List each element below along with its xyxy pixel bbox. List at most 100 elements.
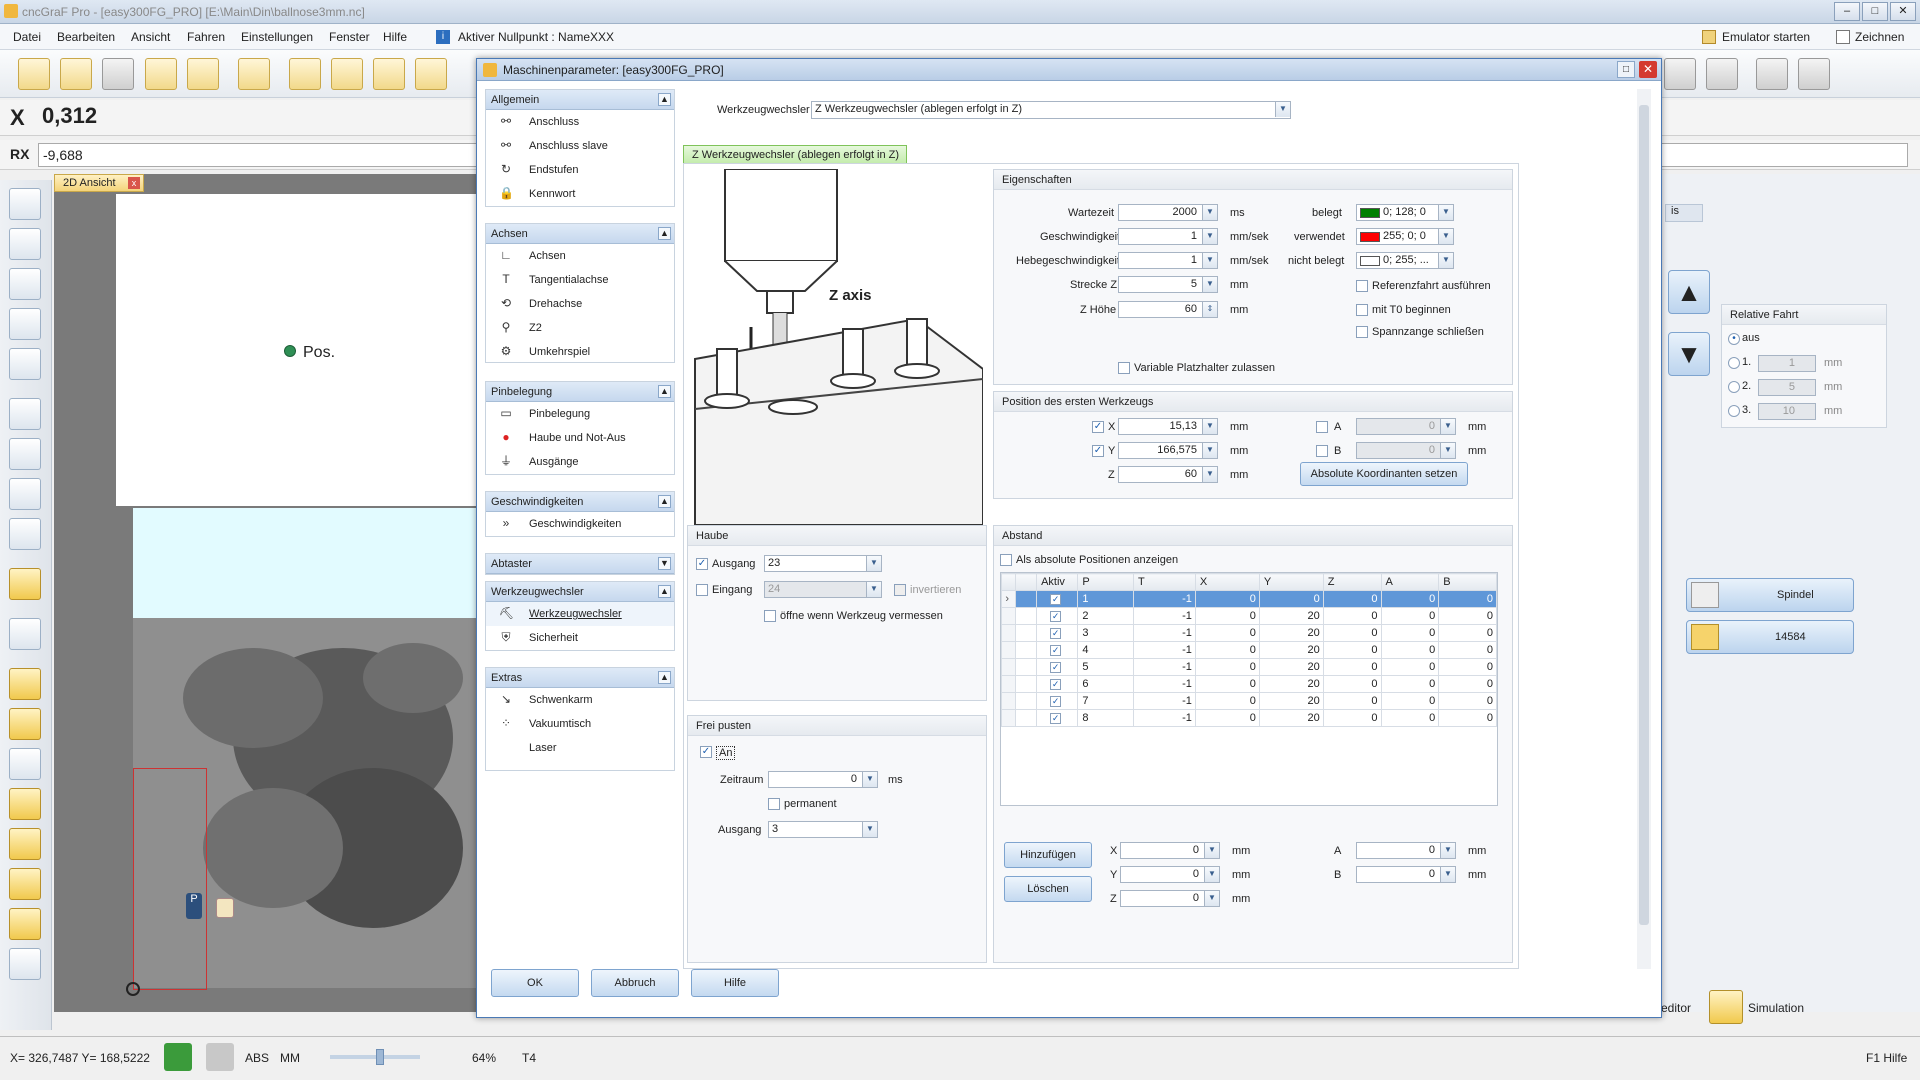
close-button[interactable]: ✕ [1890,2,1916,21]
draw-circle-icon[interactable] [9,228,41,260]
table-row[interactable]: ✓ 4 -1 0 20 0 0 0 [1000,641,1497,659]
table-cell[interactable]: 0 [1194,641,1260,659]
table-cell[interactable]: 20 [1258,675,1324,693]
col-b[interactable]: B [1438,573,1497,591]
table-cell[interactable]: 0 [1380,590,1440,608]
table-cell[interactable]: 20 [1258,624,1324,642]
nav-head-werkzeugwechsler[interactable]: Werkzeugwechsler ▲ [486,582,674,602]
table-cell[interactable]: -1 [1133,607,1196,625]
first-b-input[interactable]: 0 ▼ [1356,442,1456,459]
mm-indicator[interactable]: MM [280,1051,300,1065]
stepper-icon[interactable]: ▼ [1202,467,1217,482]
col-p[interactable]: P [1077,573,1134,591]
scale-icon[interactable] [9,348,41,380]
aktiv-cell[interactable]: ✓ [1036,607,1079,625]
expand-icon[interactable]: ▼ [658,557,671,570]
table-cell[interactable]: 0 [1380,641,1440,659]
chevron-down-icon[interactable]: ▼ [1275,102,1290,117]
zoom-window-icon[interactable] [9,438,41,470]
transform-icon[interactable] [9,308,41,340]
table-row[interactable]: ✓ 6 -1 0 20 0 0 0 [1000,675,1497,693]
table-row[interactable]: ✓ 8 -1 0 20 0 0 0 [1000,709,1497,727]
table-cell[interactable]: 0 [1438,607,1497,625]
nav-item-drehachse[interactable]: ⟲ Drehachse [486,292,674,316]
view-wire-icon[interactable] [9,748,41,780]
table-cell[interactable]: 0 [1380,675,1440,693]
row-header-cell[interactable] [1000,641,1017,659]
stepper-icon[interactable]: ▼ [1440,443,1455,458]
aktiv-cell[interactable]: ✓ [1036,709,1079,727]
nav-head-allgemein[interactable]: Allgemein ▲ [486,90,674,110]
table-cell[interactable]: 20 [1258,692,1324,710]
relative-aus-radio[interactable]: • [1728,333,1740,345]
maximize-button[interactable]: □ [1862,2,1888,21]
editor-tab[interactable]: editor [1661,1001,1691,1015]
verwendet-color-input[interactable]: 255; 0; 0 ▼ [1356,228,1454,245]
stepper-icon[interactable]: ⇕ [1202,302,1217,317]
tab-close-icon[interactable]: x [128,177,140,189]
zoom-fit-icon[interactable] [9,478,41,510]
view-side-icon[interactable] [9,828,41,860]
menu-datei[interactable]: Datei [13,30,41,44]
table-cell[interactable]: -1 [1133,641,1196,659]
relative-1-radio[interactable] [1728,357,1740,369]
chevron-down-icon[interactable]: ▼ [866,582,881,597]
nav-item-haube[interactable]: ● Haube und Not-Aus [486,426,674,450]
changer-select[interactable]: Z Werkzeugwechsler (ablegen erfolgt in Z… [811,101,1291,119]
menu-ansicht[interactable]: Ansicht [131,30,170,44]
an-checkbox[interactable]: ✓ [700,746,712,758]
cancel-button[interactable]: Abbruch [591,969,679,997]
relative-3-input[interactable]: 10 [1758,403,1816,420]
table-cell[interactable]: 5 [1077,658,1134,676]
nav-item-laser[interactable]: Laser [486,736,674,760]
collapse-icon[interactable]: ▲ [658,93,671,106]
table-cell[interactable]: 0 [1194,692,1260,710]
open-file-icon[interactable] [60,58,92,90]
table-cell[interactable]: 0 [1194,624,1260,642]
collapse-icon[interactable]: ▲ [658,495,671,508]
relative-1-input[interactable]: 1 [1758,355,1816,372]
aktiv-cell[interactable]: ✓ [1036,590,1079,608]
belegt-color-input[interactable]: 0; 128; 0 ▼ [1356,204,1454,221]
nicht-belegt-color-input[interactable]: 0; 255; ... ▼ [1356,252,1454,269]
collapse-icon[interactable]: ▲ [658,385,671,398]
stepper-icon[interactable]: ▼ [1202,205,1217,220]
nav-item-anschluss[interactable]: ⚯ Anschluss [486,110,674,134]
table-row[interactable]: ✓ 3 -1 0 20 0 0 0 [1000,624,1497,642]
simulation-icon[interactable] [1709,990,1743,1024]
table-cell[interactable]: 20 [1258,658,1324,676]
table-cell[interactable]: 0 [1380,607,1440,625]
table-cell[interactable]: 7 [1077,692,1134,710]
tab-z-changer[interactable]: Z Werkzeugwechsler (ablegen erfolgt in Z… [683,145,907,164]
table-cell[interactable]: 0 [1380,709,1440,727]
minimize-button[interactable]: – [1834,2,1860,21]
machine-icon[interactable] [373,58,405,90]
table-cell[interactable]: 0 [1380,658,1440,676]
row-header-cell[interactable]: › [1000,590,1017,608]
first-y-input[interactable]: 166,575 ▼ [1118,442,1218,459]
zhoehe-input[interactable]: 60 ⇕ [1118,301,1218,318]
chevron-down-icon[interactable]: ▼ [1438,229,1453,244]
a-checkbox[interactable] [1316,421,1328,433]
row-header-cell[interactable] [1000,675,1017,693]
table-cell[interactable]: 0 [1194,709,1260,727]
nav-item-tangential[interactable]: T Tangentialachse [486,268,674,292]
b-checkbox[interactable] [1316,445,1328,457]
table-cell[interactable]: -1 [1133,709,1196,727]
haube-eingang-checkbox[interactable] [696,584,708,596]
abstand-y-input[interactable]: 0 ▼ [1120,866,1220,883]
table-cell[interactable]: 0 [1322,641,1382,659]
table-cell[interactable]: 0 [1322,607,1382,625]
nav-item-endstufen[interactable]: ↻ Endstufen [486,158,674,182]
table-cell[interactable]: 0 [1194,590,1260,608]
relative-2-input[interactable]: 5 [1758,379,1816,396]
first-z-input[interactable]: 60 ▼ [1118,466,1218,483]
measure-icon[interactable] [331,58,363,90]
stepper-icon[interactable]: ▼ [1440,419,1455,434]
collapse-icon[interactable]: ▲ [658,671,671,684]
dialog-scrollbar[interactable] [1637,89,1651,969]
nav-item-vakuumtisch[interactable]: ⁘ Vakuumtisch [486,712,674,736]
haube-eingang-select[interactable]: 24 ▼ [764,581,882,598]
nav-head-abtaster[interactable]: Abtaster ▼ [486,554,674,574]
draw-line-icon[interactable] [9,188,41,220]
